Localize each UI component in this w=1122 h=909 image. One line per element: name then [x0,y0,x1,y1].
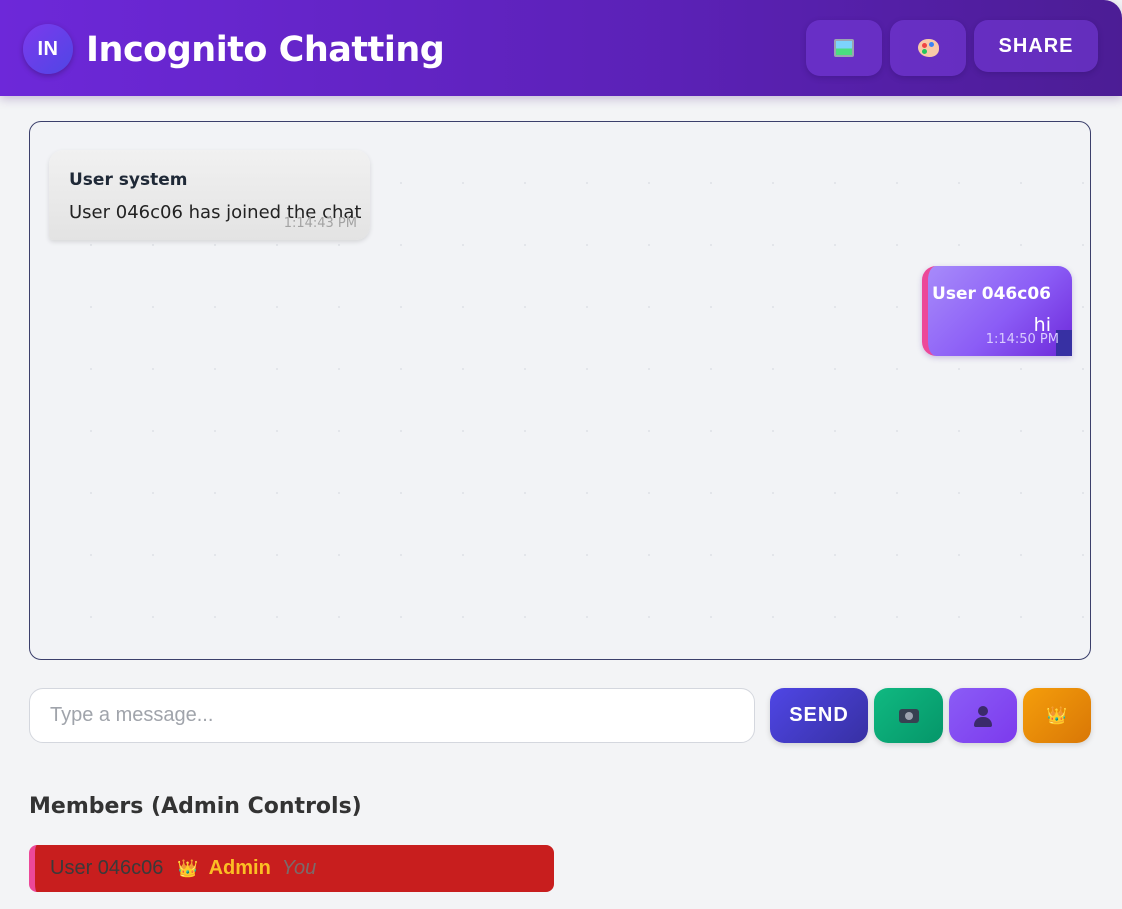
app-header: IN Incognito Chatting SHARE [0,0,1122,96]
send-button[interactable]: SEND [770,688,868,743]
camera-button[interactable] [874,688,943,743]
message-timestamp: 1:14:50 PM [985,332,1059,347]
admin-crown-button[interactable]: 👑 [1023,688,1091,743]
message-input[interactable] [29,688,755,743]
logo-initials: IN [37,37,59,60]
message-bubble-system: User system User 046c06 has joined the c… [49,150,370,240]
member-name: User 046c06 [50,857,164,879]
member-role-badge: Admin [208,857,271,879]
message-sender: User 046c06 [932,284,1051,304]
logo-badge: IN [23,24,73,74]
message-sender: User system [69,170,188,190]
member-self-tag: You [281,857,317,879]
image-button[interactable] [806,20,882,76]
member-row[interactable]: User 046c06 👑 Admin You [29,845,554,892]
message-bubble-own: User 046c06 hi 1:14:50 PM [922,266,1072,356]
theme-button[interactable] [890,20,966,76]
message-timestamp: 1:14:43 PM [283,216,357,231]
share-button[interactable]: SHARE [974,20,1098,72]
camera-icon [898,708,919,723]
app-title: Incognito Chatting [86,30,445,70]
members-title: Members (Admin Controls) [29,794,362,819]
user-button[interactable] [949,688,1017,743]
crown-icon: 👑 [177,858,199,878]
palette-icon [917,39,939,57]
bust-in-silhouette-icon [972,705,994,727]
crown-icon: 👑 [1046,706,1068,725]
framed-picture-icon [834,39,854,57]
